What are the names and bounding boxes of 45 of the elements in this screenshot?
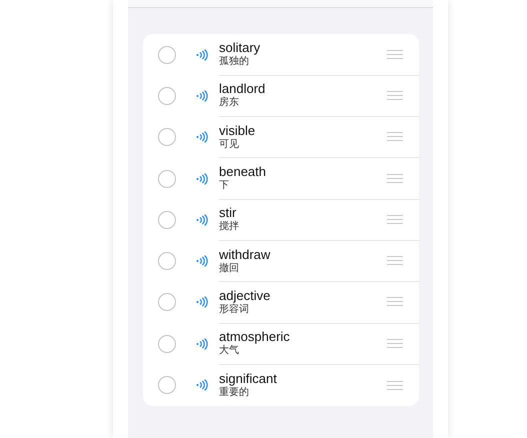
word-text: withdraw (219, 246, 272, 262)
word-text: stir (219, 205, 238, 220)
select-checkbox[interactable] (158, 334, 176, 353)
word-text: solitary (219, 40, 262, 56)
speaker-icon[interactable] (196, 296, 208, 308)
select-checkbox[interactable] (158, 210, 176, 229)
word-text: visible (219, 122, 256, 138)
drag-handle-icon[interactable] (387, 214, 403, 224)
speaker-icon[interactable] (196, 338, 208, 350)
word-text: significant (219, 371, 278, 386)
word-text: beneath (219, 164, 267, 180)
select-checkbox[interactable] (158, 46, 176, 64)
select-checkbox[interactable] (158, 376, 176, 394)
meaning-text: 搅拌 (219, 221, 240, 234)
word-text: adjective (219, 288, 272, 303)
speaker-icon[interactable] (196, 172, 208, 185)
meaning-text: 下 (219, 180, 230, 192)
meaning-text: 可见 (219, 138, 240, 151)
select-checkbox[interactable] (158, 293, 176, 312)
meaning-text: 重要的 (219, 387, 250, 400)
drag-handle-icon[interactable] (387, 174, 403, 183)
meaning-text: 撤回 (219, 262, 240, 275)
select-checkbox[interactable] (158, 170, 176, 188)
word-text: landlord (219, 81, 266, 96)
meaning-text: 大气 (219, 345, 240, 358)
drag-handle-icon[interactable] (387, 256, 403, 266)
meaning-text: 形容词 (219, 304, 250, 316)
select-checkbox[interactable] (158, 252, 176, 270)
drag-handle-icon[interactable] (387, 380, 403, 390)
drag-handle-icon[interactable] (387, 338, 403, 348)
speaker-icon[interactable] (196, 214, 208, 226)
select-checkbox[interactable] (158, 86, 176, 105)
drag-handle-icon[interactable] (387, 297, 403, 306)
drag-handle-icon[interactable] (387, 90, 403, 100)
drag-handle-icon[interactable] (387, 132, 403, 142)
speaker-icon[interactable] (196, 90, 208, 102)
meaning-text: 房东 (219, 97, 240, 110)
speaker-icon[interactable] (196, 255, 208, 268)
speaker-icon[interactable] (196, 379, 208, 392)
speaker-icon[interactable] (196, 48, 208, 61)
speaker-icon[interactable] (196, 131, 208, 144)
meaning-text: 孤独的 (219, 56, 250, 68)
drag-handle-icon[interactable] (387, 50, 403, 59)
word-text: atmospheric (219, 329, 291, 344)
select-checkbox[interactable] (158, 128, 176, 146)
